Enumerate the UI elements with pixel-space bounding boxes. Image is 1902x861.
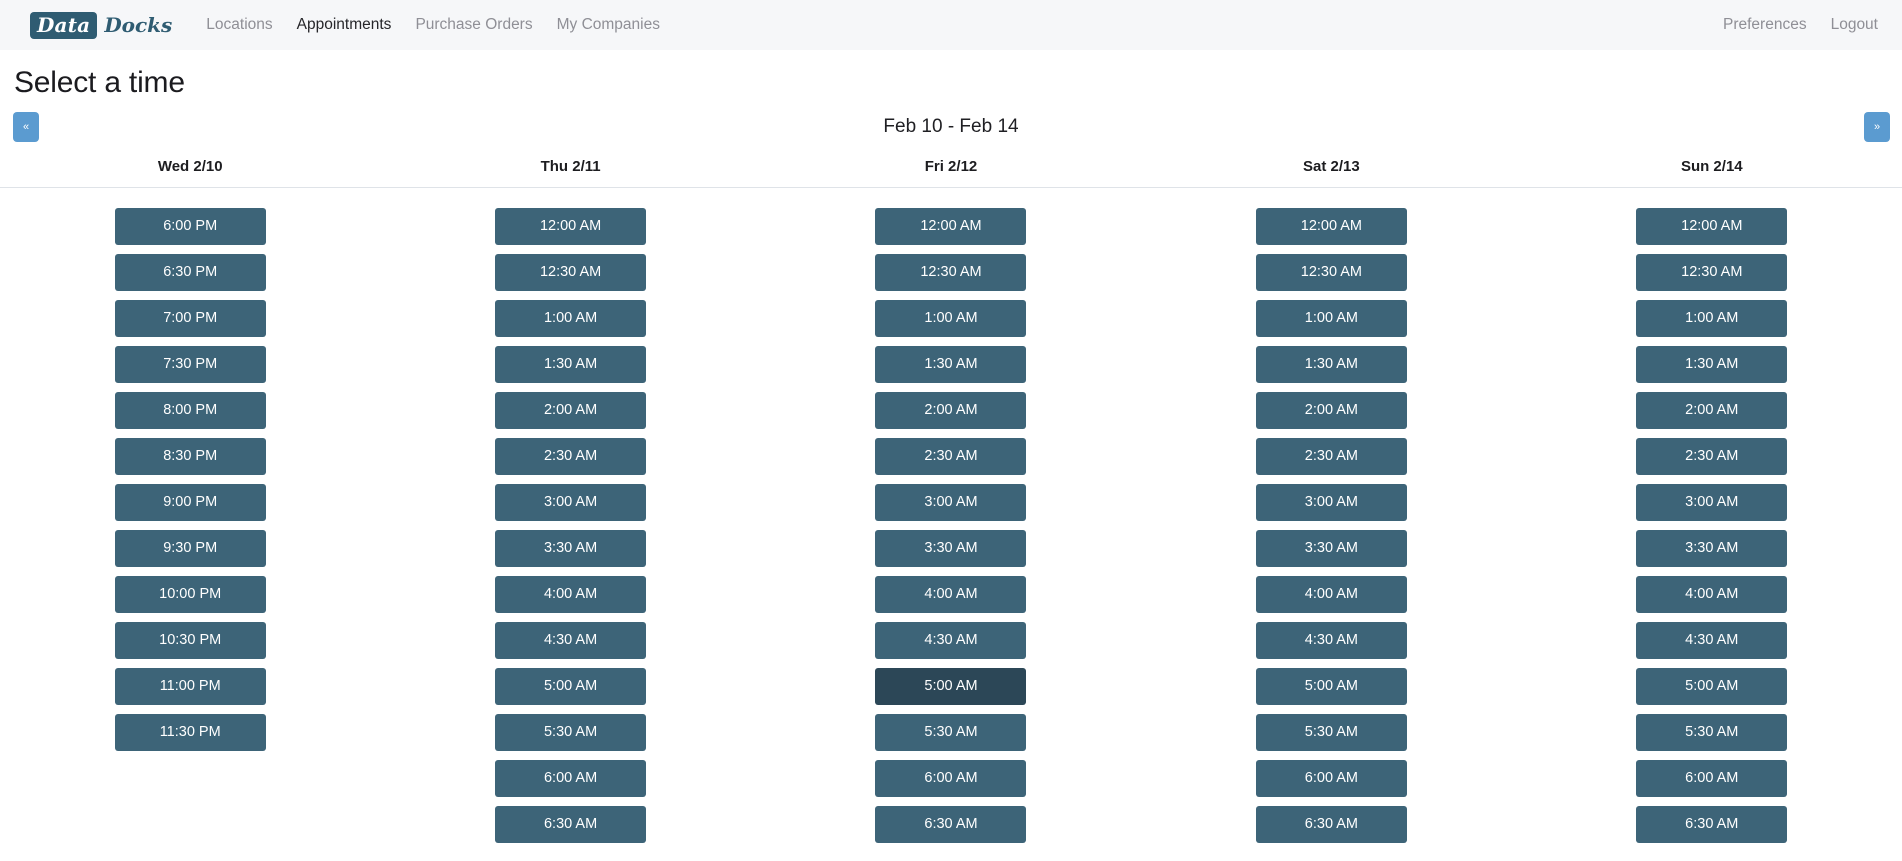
time-slots-grid: 6:00 PM 6:30 PM 7:00 PM 7:30 PM 8:00 PM 8:30 … [0,188,1902,843]
time-slot-button[interactable]: 12:00 AM [875,208,1027,245]
time-slot-button[interactable]: 5:30 AM [495,714,647,751]
time-slot-button[interactable]: 12:00 AM [1636,208,1788,245]
time-slot-button[interactable]: 10:30 PM [114,622,266,659]
nav-link-purchase-orders[interactable]: Purchase Orders [415,16,532,34]
time-slot-button[interactable]: 11:30 PM [114,714,266,751]
time-slot-button[interactable]: 6:30 AM [495,806,647,843]
day-header: Sat 2/13 [1303,158,1360,175]
time-slot-button[interactable]: 6:00 AM [875,760,1027,797]
nav-link-appointments[interactable]: Appointments [297,16,392,34]
time-slot-button[interactable]: 6:30 PM [114,254,266,291]
day-column: 12:00 AM 12:30 AM 1:00 AM 1:30 AM 2:00 AM 2:3… [761,208,1141,843]
nav-link-logout[interactable]: Logout [1831,16,1878,34]
time-slot-button[interactable]: 2:30 AM [1636,438,1788,475]
time-slot-button[interactable]: 2:00 AM [1255,392,1407,429]
week-navigation: « Feb 10 - Feb 14 » [0,108,1902,152]
time-slot-button[interactable]: 1:30 AM [495,346,647,383]
page-title: Select a time [14,66,185,99]
time-slot-button[interactable]: 1:00 AM [1636,300,1788,337]
time-slot-button[interactable]: 5:00 AM [1255,668,1407,705]
nav-link-locations[interactable]: Locations [206,16,272,34]
day-header: Thu 2/11 [540,158,601,175]
time-slot-button[interactable]: 9:30 PM [114,530,266,567]
time-slot-button[interactable]: 1:00 AM [875,300,1027,337]
time-slot-button[interactable]: 3:00 AM [1636,484,1788,521]
time-slot-button[interactable]: 4:00 AM [495,576,647,613]
time-slot-button[interactable]: 2:00 AM [495,392,647,429]
time-slot-button[interactable]: 6:30 AM [875,806,1027,843]
time-slot-button[interactable]: 9:00 PM [114,484,266,521]
time-slot-button[interactable]: 6:30 AM [1636,806,1788,843]
time-slot-button[interactable]: 1:00 AM [495,300,647,337]
time-slot-button[interactable]: 3:30 AM [1255,530,1407,567]
brand-logo-box: Data [30,11,98,39]
time-slot-button[interactable]: 10:00 PM [114,576,266,613]
time-slot-button[interactable]: 12:30 AM [495,254,647,291]
time-slot-button[interactable]: 2:00 AM [1636,392,1788,429]
time-slot-button[interactable]: 7:00 PM [114,300,266,337]
day-column: 6:00 PM 6:30 PM 7:00 PM 7:30 PM 8:00 PM 8:30 … [0,208,380,843]
time-slot-button[interactable]: 2:30 AM [495,438,647,475]
time-slot-button[interactable]: 6:00 PM [114,208,266,245]
primary-nav: Locations Appointments Purchase Orders M… [206,16,660,34]
time-slot-button[interactable]: 4:00 AM [1636,576,1788,613]
time-slot-button[interactable]: 3:30 AM [875,530,1027,567]
brand-logo-word: Docks [104,13,173,37]
time-slot-button[interactable]: 12:30 AM [1636,254,1788,291]
time-slot-button[interactable]: 1:30 AM [875,346,1027,383]
day-header: Sun 2/14 [1680,158,1743,175]
time-slot-button[interactable]: 4:30 AM [1255,622,1407,659]
time-slot-button[interactable]: 4:00 AM [875,576,1027,613]
time-slot-button[interactable]: 6:00 AM [1636,760,1788,797]
time-slot-button[interactable]: 2:30 AM [1255,438,1407,475]
day-header: Fri 2/12 [924,158,978,175]
time-slot-button[interactable]: 5:30 AM [875,714,1027,751]
day-header: Wed 2/10 [157,158,223,175]
time-slot-button[interactable]: 3:00 AM [1255,484,1407,521]
time-slot-button[interactable]: 4:00 AM [1255,576,1407,613]
time-slot-button[interactable]: 8:00 PM [114,392,266,429]
time-slot-button[interactable]: 6:00 AM [495,760,647,797]
brand-logo[interactable]: Data Docks [30,11,173,39]
top-navbar: Data Docks Locations Appointments Purcha… [0,0,1902,50]
time-slot-button[interactable]: 5:30 AM [1255,714,1407,751]
time-slot-button[interactable]: 1:30 AM [1636,346,1788,383]
time-slot-button[interactable]: 12:00 AM [1255,208,1407,245]
day-header-row: Wed 2/10 Thu 2/11 Fri 2/12 Sat 2/13 Sun 2/14 [0,158,1902,188]
time-slot-button[interactable]: 3:30 AM [495,530,647,567]
day-column: 12:00 AM 12:30 AM 1:00 AM 1:30 AM 2:00 AM 2:3… [1522,208,1902,843]
time-slot-button[interactable]: 4:30 AM [495,622,647,659]
nav-link-preferences[interactable]: Preferences [1723,16,1807,34]
week-range-label: Feb 10 - Feb 14 [883,116,1019,137]
time-slot-button[interactable]: 6:30 AM [1255,806,1407,843]
time-slot-button[interactable]: 12:30 AM [1255,254,1407,291]
time-slot-button[interactable]: 3:30 AM [1636,530,1788,567]
time-slot-button[interactable]: 5:00 AM [495,668,647,705]
time-slot-button[interactable]: 1:30 AM [1255,346,1407,383]
time-slot-button[interactable]: 8:30 PM [114,438,266,475]
day-column: 12:00 AM 12:30 AM 1:00 AM 1:30 AM 2:00 AM 2:3… [1141,208,1521,843]
time-slot-button[interactable]: 12:30 AM [875,254,1027,291]
day-column: 12:00 AM 12:30 AM 1:00 AM 1:30 AM 2:00 AM 2:3… [380,208,760,843]
previous-week-button[interactable]: « [13,112,39,142]
time-slot-button[interactable]: 12:00 AM [495,208,647,245]
time-slot-button[interactable]: 5:00 AM [1636,668,1788,705]
time-slot-button[interactable]: 3:00 AM [875,484,1027,521]
next-week-button[interactable]: » [1864,112,1890,142]
time-slot-button[interactable]: 5:00 AM [875,668,1027,705]
nav-link-my-companies[interactable]: My Companies [557,16,660,34]
time-slot-button[interactable]: 2:00 AM [875,392,1027,429]
time-slot-button[interactable]: 3:00 AM [495,484,647,521]
time-slot-button[interactable]: 1:00 AM [1255,300,1407,337]
time-slot-button[interactable]: 7:30 PM [114,346,266,383]
time-slot-button[interactable]: 4:30 AM [1636,622,1788,659]
time-slot-button[interactable]: 2:30 AM [875,438,1027,475]
time-slot-button[interactable]: 6:00 AM [1255,760,1407,797]
time-slot-button[interactable]: 5:30 AM [1636,714,1788,751]
secondary-nav: Preferences Logout [1723,0,1878,50]
time-slot-button[interactable]: 4:30 AM [875,622,1027,659]
time-slot-button[interactable]: 11:00 PM [114,668,266,705]
